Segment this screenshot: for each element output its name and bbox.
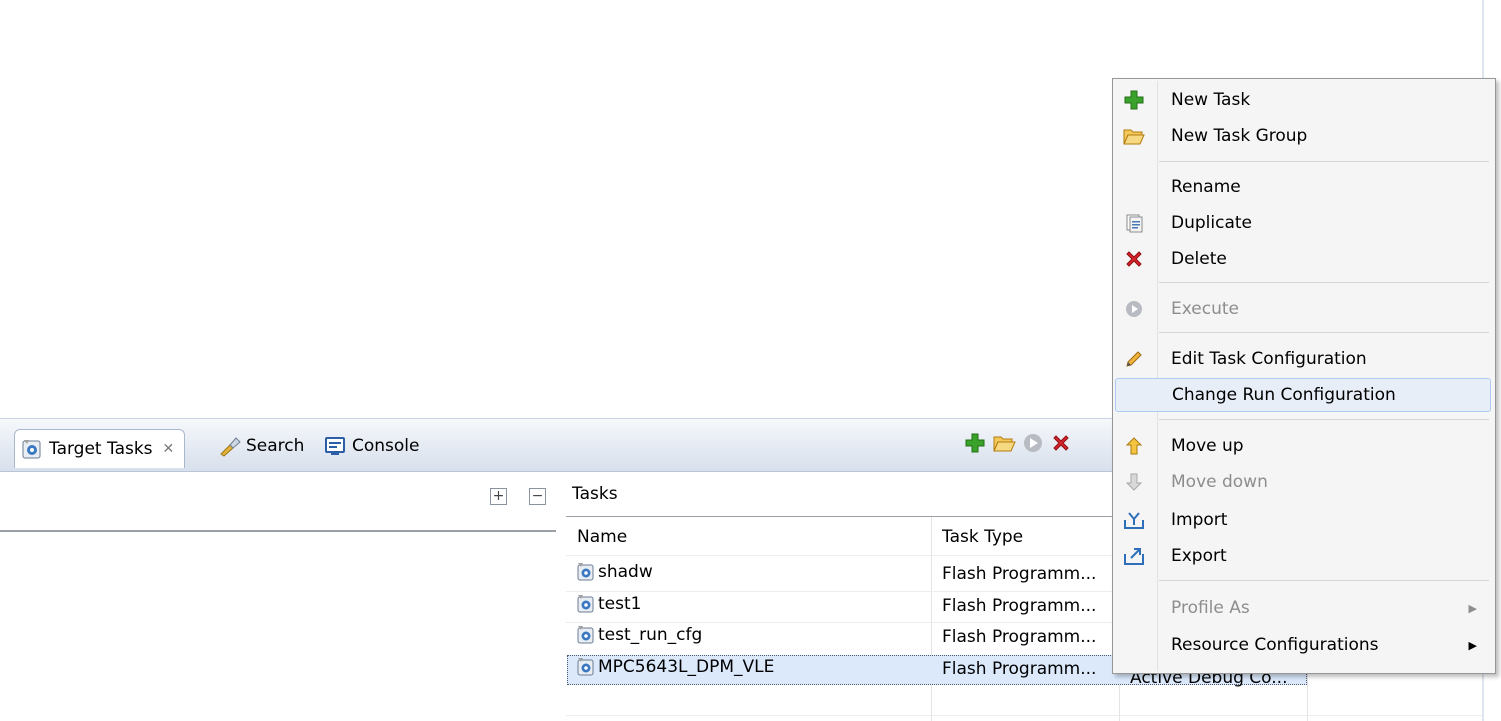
task-name: test_run_cfg	[598, 625, 703, 645]
import-icon	[1123, 509, 1145, 531]
task-icon	[576, 562, 596, 582]
task-type: Flash Programm...	[942, 627, 1097, 647]
menu-item-new-task[interactable]: New Task	[1115, 83, 1491, 117]
menu-item-label: Profile As	[1171, 598, 1250, 618]
table-row-selected[interactable]: MPC5643L_DPM_VLE	[576, 657, 774, 677]
menu-item-import[interactable]: Import	[1115, 503, 1491, 537]
folder-icon	[1123, 125, 1145, 147]
search-flashlight-icon	[218, 435, 241, 457]
view-tab-bar: Target Tasks ✕ Search Console	[0, 418, 1112, 472]
execute-toolbar-icon[interactable]	[1022, 432, 1044, 454]
document-icon	[1123, 212, 1145, 234]
menu-item-label: Resource Configurations	[1171, 635, 1379, 655]
new-task-group-toolbar-icon[interactable]	[992, 432, 1016, 454]
tab-search[interactable]: Search	[218, 429, 304, 463]
delete-toolbar-icon[interactable]	[1050, 432, 1072, 454]
menu-item-label: Export	[1171, 546, 1227, 566]
table-row[interactable]: test1	[576, 594, 641, 614]
table-row[interactable]: shadw	[576, 562, 653, 582]
column-header-task-type[interactable]: Task Type	[942, 527, 1023, 547]
menu-separator	[1159, 332, 1489, 333]
menu-item-delete[interactable]: Delete	[1115, 242, 1491, 276]
red-x-icon	[1123, 248, 1145, 270]
task-icon	[576, 657, 596, 677]
menu-item-label: New Task Group	[1171, 126, 1308, 146]
green-plus-icon	[1123, 89, 1145, 111]
menu-separator	[1159, 419, 1489, 420]
collapse-all-icon[interactable]: −	[529, 488, 546, 505]
menu-item-duplicate[interactable]: Duplicate	[1115, 206, 1491, 240]
new-task-toolbar-icon[interactable]	[964, 432, 986, 454]
console-icon	[324, 435, 346, 457]
context-menu: New Task New Task Group Rename Duplicate…	[1112, 78, 1496, 674]
menu-item-label: Move up	[1171, 436, 1244, 456]
menu-item-export[interactable]: Export	[1115, 539, 1491, 573]
menu-item-new-task-group[interactable]: New Task Group	[1115, 119, 1491, 153]
menu-separator	[1159, 161, 1489, 162]
row-divider	[566, 715, 1482, 716]
tab-target-tasks-label: Target Tasks	[49, 439, 153, 459]
menu-item-move-up[interactable]: Move up	[1115, 429, 1491, 463]
menu-separator	[1159, 580, 1489, 581]
menu-item-change-run-configuration[interactable]: Change Run Configuration	[1115, 378, 1491, 412]
task-type: Flash Programm...	[942, 596, 1097, 616]
pencil-icon	[1123, 348, 1145, 370]
tasks-title: Tasks	[572, 484, 618, 504]
expand-all-icon[interactable]: +	[490, 488, 507, 505]
menu-item-resource-configurations[interactable]: Resource Configurations ▶	[1115, 628, 1491, 662]
menu-item-label: New Task	[1171, 90, 1251, 110]
close-tab-icon[interactable]: ✕	[163, 441, 175, 457]
menu-item-execute[interactable]: Execute	[1115, 292, 1491, 326]
menu-item-label: Execute	[1171, 299, 1239, 319]
tab-console[interactable]: Console	[324, 429, 420, 463]
menu-item-label: Delete	[1171, 249, 1227, 269]
menu-item-label: Edit Task Configuration	[1171, 349, 1367, 369]
menu-item-label: Rename	[1171, 177, 1241, 197]
submenu-arrow-icon: ▶	[1468, 601, 1477, 615]
task-name: shadw	[598, 562, 653, 582]
left-pane-divider	[0, 530, 556, 532]
menu-item-label: Import	[1171, 510, 1228, 530]
table-row[interactable]: test_run_cfg	[576, 625, 702, 645]
menu-item-profile-as[interactable]: Profile As ▶	[1115, 591, 1491, 625]
column-divider	[931, 517, 932, 721]
task-icon	[576, 625, 596, 645]
menu-separator	[1159, 282, 1489, 283]
tab-console-label: Console	[352, 436, 420, 456]
export-icon	[1123, 545, 1145, 567]
menu-item-edit-task-configuration[interactable]: Edit Task Configuration	[1115, 342, 1491, 376]
task-name: MPC5643L_DPM_VLE	[598, 657, 775, 677]
menu-item-label: Move down	[1171, 472, 1268, 492]
task-name: test1	[598, 594, 642, 614]
arrow-down-icon	[1123, 471, 1145, 493]
tab-search-label: Search	[246, 436, 305, 456]
menu-item-label: Change Run Configuration	[1172, 385, 1396, 405]
submenu-arrow-icon: ▶	[1468, 638, 1477, 652]
tab-target-tasks[interactable]: Target Tasks ✕	[14, 429, 186, 468]
arrow-up-icon	[1123, 435, 1145, 457]
menu-item-move-down[interactable]: Move down	[1115, 465, 1491, 499]
menu-item-rename[interactable]: Rename	[1115, 170, 1491, 204]
play-icon	[1123, 298, 1145, 320]
column-header-name[interactable]: Name	[577, 527, 627, 547]
target-tasks-icon	[21, 438, 43, 460]
menu-item-label: Duplicate	[1171, 213, 1252, 233]
task-type: Flash Programm...	[942, 564, 1097, 584]
task-type: Flash Programm...	[942, 659, 1097, 679]
task-icon	[576, 594, 596, 614]
